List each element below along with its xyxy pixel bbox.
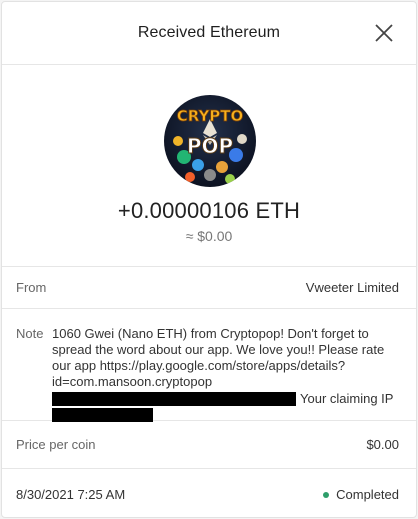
transaction-modal: Received Ethereum CRYPTO POP +0.00000106… (1, 1, 417, 518)
note-text: 1060 Gwei (Nano ETH) from Cryptopop! Don… (52, 326, 385, 389)
from-label: From (16, 280, 47, 295)
note-tail: Your claiming IP (300, 391, 394, 406)
price-label: Price per coin (16, 437, 96, 452)
modal-header: Received Ethereum (2, 2, 416, 65)
note-label: Note (16, 326, 44, 341)
from-value: Vweeter Limited (305, 280, 399, 295)
redacted-line: Your claiming IP (52, 391, 402, 407)
note-row: Note 1060 Gwei (Nano ETH) from Cryptopop… (2, 309, 416, 422)
note-content: 1060 Gwei (Nano ETH) from Cryptopop! Don… (52, 326, 402, 422)
status-dot-icon (323, 491, 330, 498)
close-icon[interactable] (374, 23, 394, 43)
redaction-bar (52, 408, 153, 422)
transaction-footer: 8/30/2021 7:25 AM Completed (2, 469, 416, 517)
transaction-date: 8/30/2021 7:25 AM (16, 487, 126, 502)
redaction-bar (52, 392, 296, 406)
received-amount: +0.00000106 ETH (117, 198, 301, 223)
modal-title: Received Ethereum (137, 24, 281, 41)
status-text: Completed (336, 487, 399, 502)
from-row: From Vweeter Limited (2, 267, 416, 309)
price-row: Price per coin $0.00 (2, 421, 416, 469)
logo-word-crypto: CRYPTO (177, 107, 244, 125)
price-value: $0.00 (366, 437, 399, 452)
fiat-value: ≈ $0.00 (185, 228, 233, 244)
status-badge: Completed (323, 487, 399, 502)
cryptopop-app-logo: CRYPTO POP (164, 95, 256, 187)
logo-word-pop: POP (187, 134, 233, 158)
transaction-summary: CRYPTO POP +0.00000106 ETH ≈ $0.00 (2, 65, 416, 267)
